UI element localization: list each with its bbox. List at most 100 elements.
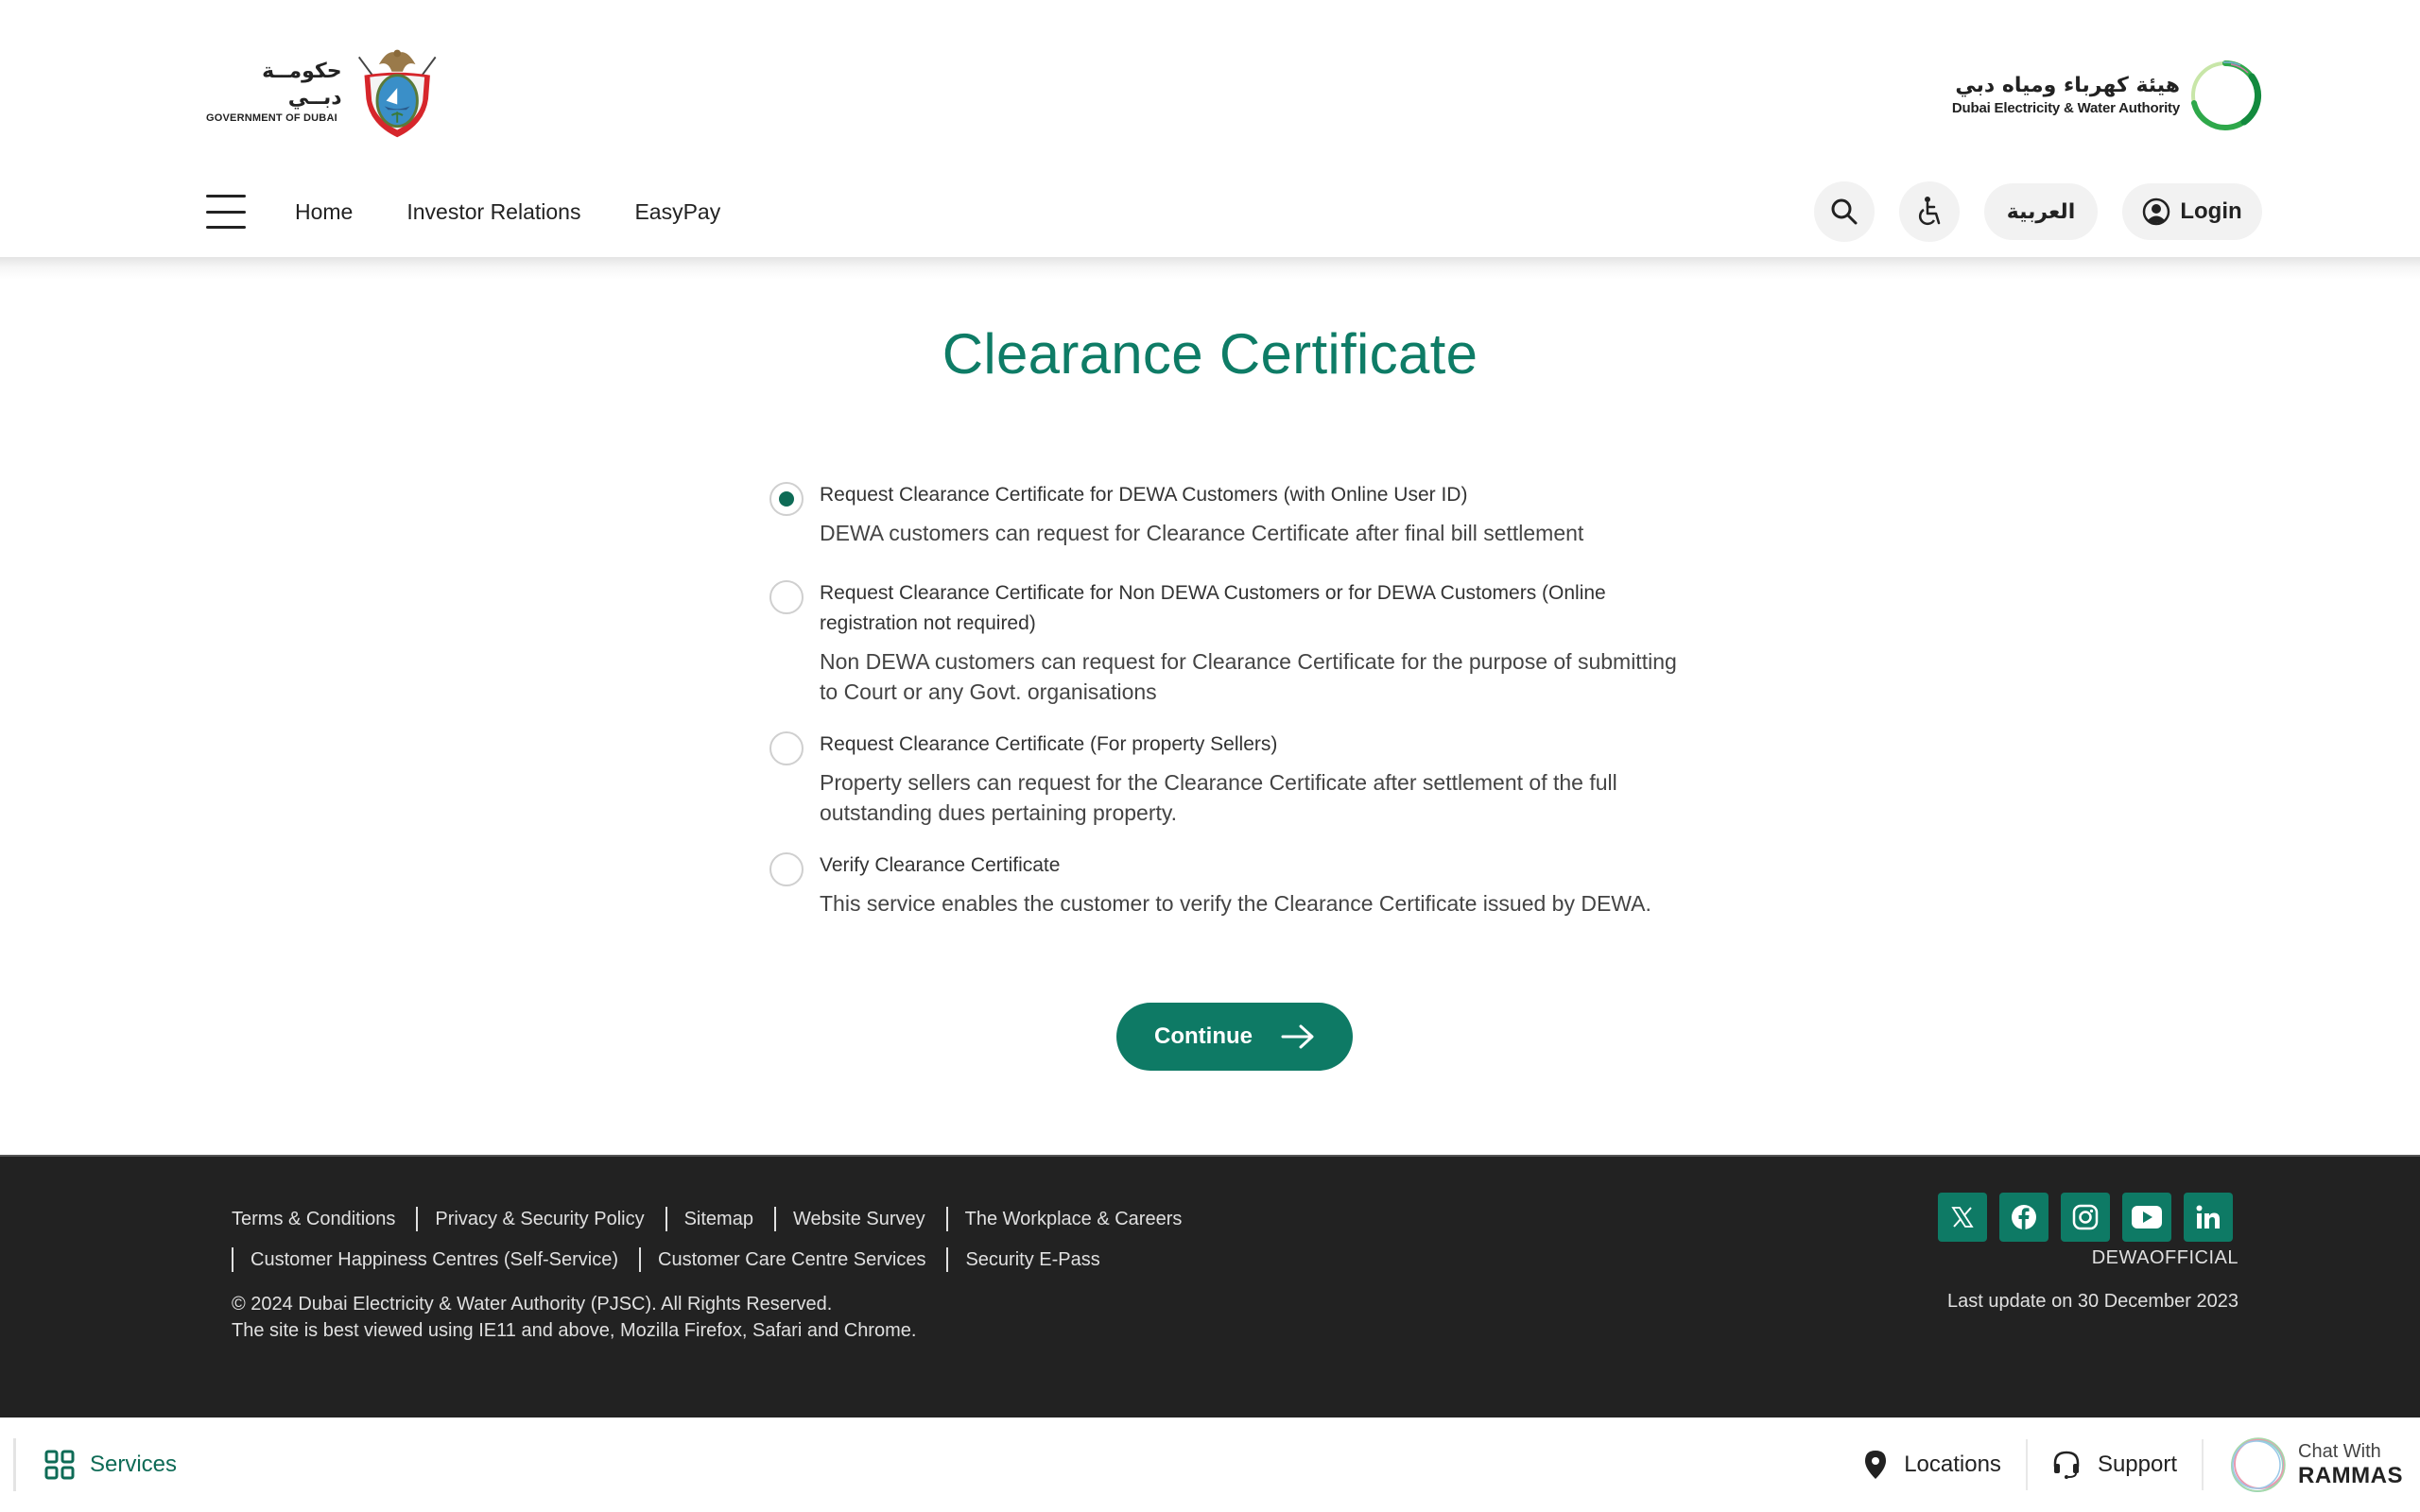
option-property-sellers[interactable]: Request Clearance Certificate (For prope… [769, 730, 1696, 828]
option-dewa-customers[interactable]: Request Clearance Certificate for DEWA C… [769, 480, 1696, 552]
continue-button[interactable]: Continue [1116, 1003, 1353, 1071]
x-twitter-button[interactable] [1938, 1193, 1987, 1242]
hamburger-menu-button[interactable] [206, 195, 248, 229]
youtube-button[interactable] [2122, 1193, 2171, 1242]
nav-easypay[interactable]: EasyPay [634, 199, 720, 225]
facebook-button[interactable] [1999, 1193, 2048, 1242]
footer-link-website-survey[interactable]: Website Survey [793, 1209, 925, 1230]
map-pin-icon [1865, 1451, 1887, 1479]
linkedin-button[interactable] [2184, 1193, 2233, 1242]
grid-icon [44, 1450, 75, 1480]
main-nav: Home Investor Relations EasyPay [206, 185, 774, 238]
radio-button[interactable] [769, 731, 804, 765]
dewa-logo-arabic: هيئة كهرباء ومياه دبي [1955, 74, 2180, 97]
footer-divider [773, 1207, 776, 1231]
user-circle-icon [2143, 198, 2170, 226]
language-toggle-button[interactable]: العربية [1984, 183, 2098, 240]
rammas-ring-icon [2231, 1437, 2286, 1492]
search-button[interactable] [1814, 181, 1875, 242]
last-update-text: Last update on 30 December 2023 [1947, 1291, 2238, 1312]
footer-link-customer-care[interactable]: Customer Care Centre Services [658, 1249, 925, 1271]
bottom-bar-divider [2202, 1439, 2204, 1490]
header-actions: العربية Login [1789, 181, 2262, 242]
footer-link-terms[interactable]: Terms & Conditions [232, 1209, 395, 1230]
hamburger-line [206, 210, 246, 214]
arrow-right-icon [1281, 1024, 1314, 1049]
support-button[interactable]: Support [2052, 1450, 2177, 1480]
copyright-text: © 2024 Dubai Electricity & Water Authori… [232, 1294, 833, 1314]
hamburger-line [206, 226, 246, 229]
option-label: Verify Clearance Certificate [820, 854, 1061, 876]
dewa-logo[interactable]: هيئة كهرباء ومياه دبي Dubai Electricity … [1944, 55, 2265, 136]
footer-divider [945, 1207, 948, 1231]
locations-label: Locations [1904, 1452, 2001, 1477]
option-description: This service enables the customer to ver… [820, 891, 1651, 916]
accessibility-button[interactable] [1899, 181, 1960, 242]
government-of-dubai-logo[interactable]: حكومــة دبــي GOVERNMENT OF DUBAI [206, 42, 442, 142]
page-title: Clearance Certificate [942, 322, 1478, 386]
footer-divider [416, 1207, 419, 1231]
rammas-label: RAMMAS [2298, 1463, 2403, 1488]
footer-links: Terms & Conditions Privacy & Security Po… [232, 1206, 1271, 1287]
footer-divider [946, 1247, 949, 1272]
chat-with-rammas-button[interactable]: Chat With RAMMAS [2228, 1435, 2403, 1495]
option-verify-certificate[interactable]: Verify Clearance Certificate This servic… [769, 850, 1696, 919]
footer-link-security-epass[interactable]: Security E-Pass [965, 1249, 1099, 1271]
login-button[interactable]: Login [2122, 183, 2262, 240]
gov-logo-english: GOVERNMENT OF DUBAI [206, 112, 337, 124]
footer-link-happiness-centres[interactable]: Customer Happiness Centres (Self-Service… [251, 1249, 618, 1271]
hamburger-line [206, 195, 246, 198]
site-footer: Terms & Conditions Privacy & Security Po… [0, 1155, 2420, 1418]
footer-link-privacy[interactable]: Privacy & Security Policy [435, 1209, 644, 1230]
browser-note: The site is best viewed using IE11 and a… [232, 1320, 917, 1341]
youtube-icon [2132, 1206, 2162, 1228]
bottom-bar-actions: Locations Support Chat With RAMMAS [1864, 1435, 2403, 1495]
option-description: Non DEWA customers can request for Clear… [820, 649, 1677, 704]
x-icon [1951, 1207, 1974, 1228]
header-shadow [0, 257, 2420, 280]
dewa-logo-english: Dubai Electricity & Water Authority [1951, 100, 2180, 116]
clearance-options-radio-group: Request Clearance Certificate for DEWA C… [769, 480, 1696, 919]
instagram-button[interactable] [2061, 1193, 2110, 1242]
radio-button-selected[interactable] [769, 482, 804, 516]
instagram-icon [2072, 1204, 2099, 1230]
footer-copyright-block: © 2024 Dubai Electricity & Water Authori… [232, 1291, 916, 1344]
footer-divider [232, 1247, 233, 1272]
footer-links-row-1: Terms & Conditions Privacy & Security Po… [232, 1206, 1271, 1232]
option-label: Request Clearance Certificate (For prope… [820, 733, 1278, 755]
footer-link-sitemap[interactable]: Sitemap [684, 1209, 753, 1230]
site-header: حكومــة دبــي GOVERNMENT OF DUBAI هيئة ك… [0, 0, 2420, 257]
option-non-dewa-customers[interactable]: Request Clearance Certificate for Non DE… [769, 578, 1696, 707]
bottom-bar: Services Locations Support Chat With RAM… [0, 1418, 2420, 1512]
linkedin-icon [2196, 1205, 2220, 1228]
facebook-icon [2012, 1205, 2036, 1229]
services-label: Services [90, 1452, 178, 1477]
search-icon [1831, 198, 1858, 225]
footer-links-row-2: Customer Happiness Centres (Self-Service… [232, 1246, 1271, 1273]
social-handle: DEWAOFFICIAL [2091, 1247, 2238, 1268]
option-label: Request Clearance Certificate for DEWA C… [820, 484, 1468, 506]
chat-with-label: Chat With [2298, 1441, 2381, 1462]
continue-label: Continue [1154, 1023, 1253, 1049]
footer-link-careers[interactable]: The Workplace & Careers [965, 1209, 1183, 1230]
gov-logo-arabic: حكومــة دبــي [262, 60, 342, 110]
dewa-ring-icon [2191, 60, 2262, 130]
headset-icon [2053, 1451, 2080, 1479]
option-description: Property sellers can request for the Cle… [820, 770, 1617, 825]
login-label: Login [2180, 198, 2242, 224]
footer-divider [639, 1247, 642, 1272]
bottom-bar-divider [2025, 1439, 2028, 1490]
dubai-emblem-icon [357, 49, 437, 138]
support-label: Support [2097, 1452, 2177, 1477]
footer-divider [665, 1207, 667, 1231]
nav-home[interactable]: Home [295, 199, 353, 225]
option-label: Request Clearance Certificate for Non DE… [820, 582, 1606, 634]
wheelchair-icon [1918, 197, 1941, 226]
services-button[interactable]: Services [13, 1438, 177, 1491]
option-description: DEWA customers can request for Clearance… [820, 521, 1584, 545]
nav-investor-relations[interactable]: Investor Relations [406, 199, 580, 225]
radio-button[interactable] [769, 580, 804, 614]
radio-button[interactable] [769, 852, 804, 886]
social-links [1938, 1193, 2233, 1242]
locations-button[interactable]: Locations [1864, 1450, 2001, 1480]
